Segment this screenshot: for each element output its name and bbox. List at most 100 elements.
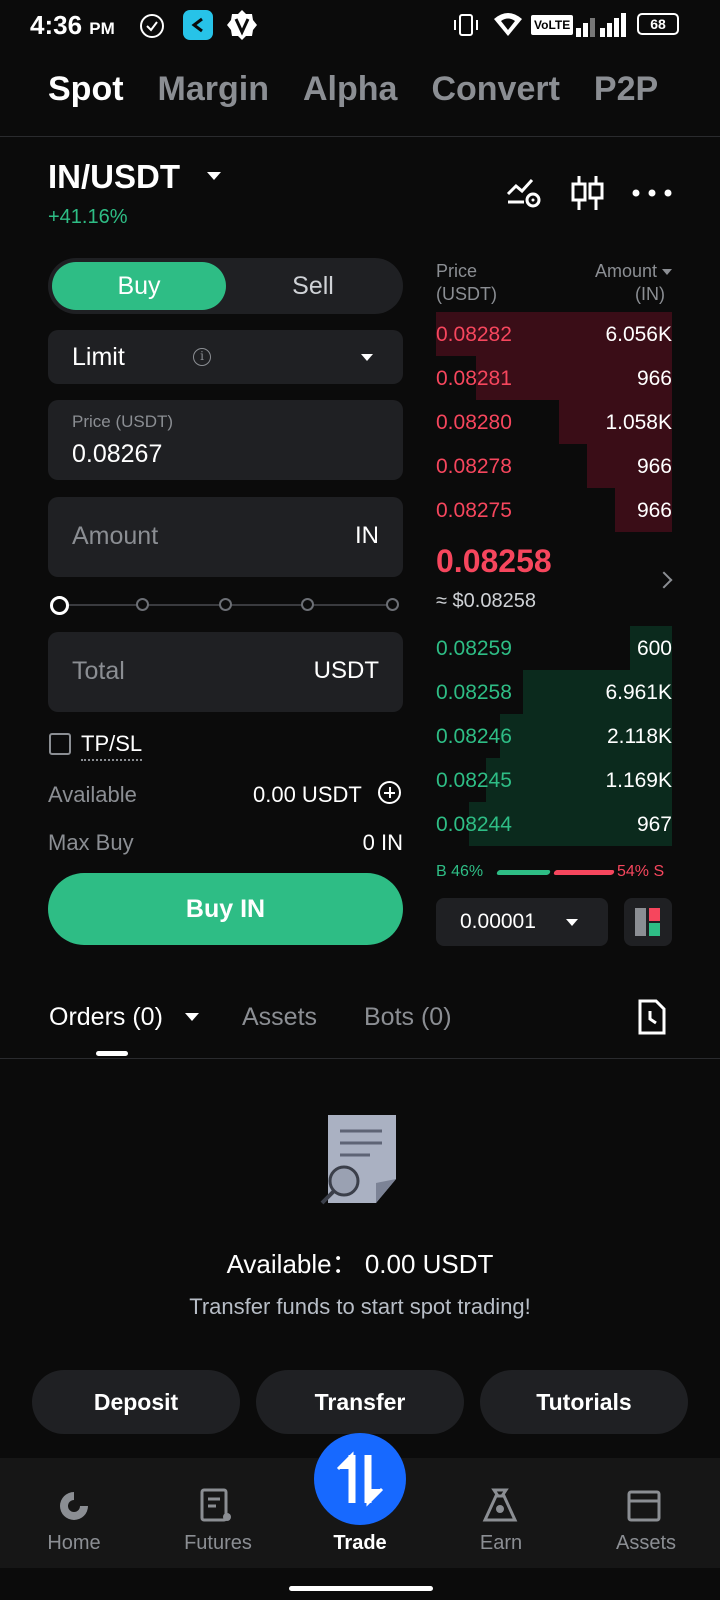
tpsl-checkbox[interactable]	[49, 733, 71, 755]
bid-row[interactable]: 0.08259 600	[436, 626, 672, 670]
price-input[interactable]: Price (USDT) 0.08267	[48, 400, 403, 480]
chevron-down-icon	[361, 354, 373, 361]
bid-amount: 967	[636, 813, 672, 836]
app-v-icon	[227, 10, 257, 40]
ask-price: 0.08280	[436, 411, 512, 434]
tab-spot[interactable]: Spot	[48, 70, 124, 120]
bid-amount: 1.169K	[605, 769, 672, 792]
amount-unit: IN	[355, 522, 379, 549]
ask-amount: 966	[636, 367, 672, 390]
ask-row[interactable]: 0.08280 1.058K	[436, 400, 672, 444]
bid-amount: 6.961K	[605, 681, 672, 704]
more-icon[interactable]	[632, 188, 672, 198]
earn-icon[interactable]	[482, 1486, 518, 1524]
transfer-button[interactable]: Transfer	[256, 1370, 464, 1434]
add-funds-icon[interactable]	[378, 781, 401, 804]
amount-slider-thumb[interactable]	[50, 596, 69, 615]
orderbook-amount-header[interactable]: Amount (IN)	[577, 260, 672, 306]
status-bar: 4:36 PM VoLTE 68	[0, 0, 720, 50]
sell-tab[interactable]: Sell	[226, 262, 400, 310]
tab-orders[interactable]: Orders (0)	[49, 1003, 163, 1032]
vibrate-icon	[454, 14, 478, 36]
bid-row[interactable]: 0.08245 1.169K	[436, 758, 672, 802]
bid-price: 0.08259	[436, 637, 512, 660]
slider-step-75[interactable]	[301, 598, 314, 611]
tab-alpha[interactable]: Alpha	[303, 70, 397, 120]
tab-bots[interactable]: Bots (0)	[364, 1003, 452, 1032]
total-input[interactable]: Total USDT	[48, 632, 403, 712]
ask-amount: 1.058K	[605, 411, 672, 434]
available-value: 0.00 USDT	[253, 782, 362, 807]
chevron-down-icon	[662, 269, 672, 276]
layout-icon	[635, 908, 660, 936]
info-icon[interactable]: i	[193, 348, 211, 366]
trade-fab-button[interactable]	[314, 1433, 406, 1525]
available-label: Available	[48, 782, 137, 807]
futures-icon[interactable]	[198, 1488, 234, 1524]
empty-state-subtitle: Transfer funds to start spot trading!	[189, 1294, 531, 1319]
total-unit: USDT	[313, 657, 379, 684]
nav-futures-label[interactable]: Futures	[146, 1532, 290, 1555]
price-alert-icon[interactable]	[506, 176, 542, 210]
total-placeholder: Total	[72, 657, 125, 685]
sell-ratio-bar	[553, 870, 615, 875]
ask-price: 0.08281	[436, 367, 512, 390]
battery-indicator: 68	[637, 13, 679, 35]
empty-document-search-icon	[320, 1115, 396, 1205]
buy-submit-button[interactable]: Buy IN	[48, 873, 403, 945]
price-change: +41.16%	[48, 206, 128, 228]
order-history-icon[interactable]	[636, 999, 668, 1035]
tab-p2p[interactable]: P2P	[594, 70, 658, 120]
active-tab-indicator	[96, 1051, 128, 1056]
nav-earn-label[interactable]: Earn	[429, 1532, 573, 1555]
candlestick-chart-icon[interactable]	[570, 174, 604, 212]
ask-row[interactable]: 0.08281 966	[436, 356, 672, 400]
bid-price: 0.08246	[436, 725, 512, 748]
nav-assets-label[interactable]: Assets	[574, 1532, 718, 1555]
app-s-icon	[183, 10, 213, 40]
tab-assets[interactable]: Assets	[242, 1003, 317, 1032]
home-icon[interactable]	[56, 1488, 92, 1524]
tab-margin[interactable]: Margin	[158, 70, 269, 120]
maxbuy-label: Max Buy	[48, 830, 134, 855]
chevron-right-icon[interactable]	[655, 571, 673, 589]
amount-placeholder: Amount	[72, 522, 159, 550]
nav-trade-label[interactable]: Trade	[288, 1532, 432, 1555]
ask-row[interactable]: 0.08278 966	[436, 444, 672, 488]
precision-select[interactable]: 0.00001	[436, 898, 608, 946]
divider	[0, 1058, 720, 1059]
tpsl-label[interactable]: TP/SL	[81, 731, 143, 761]
home-indicator[interactable]	[289, 1586, 433, 1591]
orderbook-layout-button[interactable]	[624, 898, 672, 946]
order-type-label: Limit	[72, 343, 125, 371]
ask-row[interactable]: 0.08275 966	[436, 488, 672, 532]
slider-step-100[interactable]	[386, 598, 399, 611]
slider-step-50[interactable]	[219, 598, 232, 611]
bid-row[interactable]: 0.08258 6.961K	[436, 670, 672, 714]
buy-tab[interactable]: Buy	[52, 262, 226, 310]
bid-amount: 2.118K	[607, 725, 672, 748]
status-time: 4:36 PM	[30, 10, 115, 40]
price-input-value[interactable]: 0.08267	[72, 440, 162, 469]
slider-step-25[interactable]	[136, 598, 149, 611]
bid-row[interactable]: 0.08246 2.118K	[436, 714, 672, 758]
tab-convert[interactable]: Convert	[431, 70, 559, 120]
bid-price: 0.08244	[436, 813, 512, 836]
ask-price: 0.08275	[436, 499, 512, 522]
chevron-down-icon[interactable]	[185, 1013, 199, 1021]
bid-price: 0.08245	[436, 769, 512, 792]
ask-amount: 966	[636, 455, 672, 478]
chevron-down-icon[interactable]	[207, 172, 221, 180]
empty-state-title: Available： 0.00 USDT	[226, 1249, 494, 1279]
deposit-button[interactable]: Deposit	[32, 1370, 240, 1434]
order-type-select[interactable]: Limit i	[48, 330, 403, 384]
chevron-down-icon	[566, 919, 578, 926]
nav-home-label[interactable]: Home	[2, 1532, 146, 1555]
bid-row[interactable]: 0.08244 967	[436, 802, 672, 846]
amount-input[interactable]: Amount IN	[48, 497, 403, 577]
pair-selector[interactable]: IN/USDT	[48, 158, 180, 196]
wallet-icon[interactable]	[626, 1488, 662, 1524]
tutorials-button[interactable]: Tutorials	[480, 1370, 688, 1434]
check-circle-icon	[140, 14, 164, 38]
ask-row[interactable]: 0.08282 6.056K	[436, 312, 672, 356]
